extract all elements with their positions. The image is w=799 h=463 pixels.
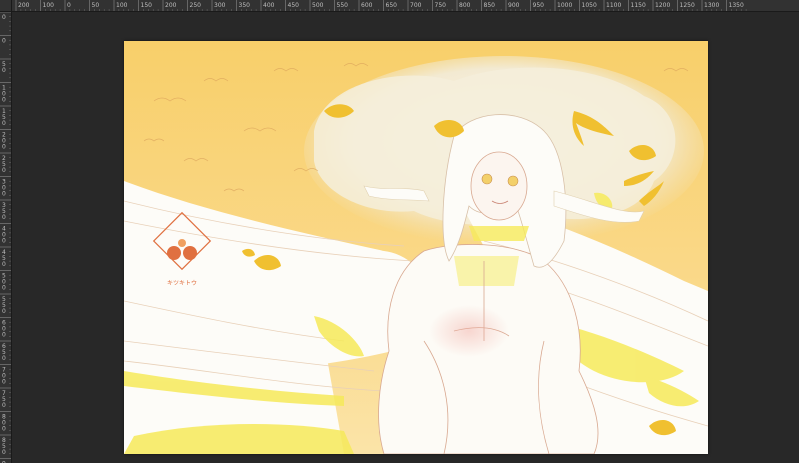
ruler-label: 200 — [18, 2, 30, 9]
ruler-label: 0 — [2, 238, 6, 245]
ruler-label: 0 — [2, 191, 6, 198]
ruler-label: 400 — [263, 2, 275, 9]
ruler-label: 500 — [312, 2, 324, 9]
ruler-label: 0 — [2, 167, 6, 174]
ruler-label: 1300 — [704, 2, 719, 9]
vertical-ruler[interactable]: 0050100150200250300350400450500550600650… — [0, 12, 12, 463]
ruler-label: 0 — [2, 285, 6, 292]
ruler-label: 0 — [2, 379, 6, 386]
ruler-label: 750 — [435, 2, 447, 9]
ruler-label: 0 — [2, 355, 6, 362]
ruler-label: 0 — [2, 308, 6, 315]
ruler-label: 800 — [459, 2, 471, 9]
ruler-label: 0 — [2, 402, 6, 409]
ruler-label: 0 — [2, 38, 6, 45]
ruler-label: 1200 — [655, 2, 670, 9]
document-canvas[interactable]: キツキトウ — [124, 41, 708, 454]
image-editor-window: 200 100 0 50 100 150 200 250 300 350 400 450 500 550 6… — [0, 0, 799, 463]
ruler-label: 550 — [337, 2, 349, 9]
ruler-label: 450 — [288, 2, 300, 9]
ruler-label: 0 — [2, 261, 6, 268]
illustration-artwork: キツキトウ — [124, 41, 708, 454]
ruler-label: 0 — [2, 97, 6, 104]
ruler-label: 250 — [190, 2, 202, 9]
ruler-label: 1350 — [729, 2, 744, 9]
ruler-origin-corner[interactable] — [0, 0, 12, 12]
ruler-label: 1250 — [680, 2, 695, 9]
logo-text: キツキトウ — [167, 279, 197, 287]
ruler-label: 0 — [2, 67, 6, 74]
ruler-label: 350 — [239, 2, 251, 9]
ruler-label: 150 — [141, 2, 153, 9]
ruler-label: 0 — [2, 120, 6, 127]
ruler-label: 650 — [386, 2, 398, 9]
ruler-label: 700 — [410, 2, 422, 9]
ruler-label: 0 — [2, 144, 6, 151]
ruler-label: 1100 — [606, 2, 621, 9]
ruler-label: 1000 — [557, 2, 572, 9]
ruler-label: 0 — [2, 449, 6, 456]
ruler-label: 950 — [533, 2, 545, 9]
ruler-label: 100 — [43, 2, 55, 9]
ruler-label: 850 — [484, 2, 496, 9]
ruler-label: 0 — [2, 426, 6, 433]
horizontal-ruler[interactable]: 200 100 0 50 100 150 200 250 300 350 400 450 500 550 6… — [12, 0, 799, 12]
ruler-label: 50 — [92, 2, 100, 9]
ruler-label: 200 — [165, 2, 177, 9]
ruler-label: 100 — [116, 2, 128, 9]
ruler-label: 0 — [2, 214, 6, 221]
ruler-label: 900 — [508, 2, 520, 9]
ruler-label: 300 — [214, 2, 226, 9]
ruler-label: 0 — [2, 14, 6, 21]
ruler-label: 600 — [361, 2, 373, 9]
ruler-label: 0 — [2, 332, 6, 339]
ruler-label: 1150 — [631, 2, 646, 9]
ruler-label: 1050 — [582, 2, 597, 9]
ruler-label: 0 — [67, 2, 71, 9]
canvas-workspace[interactable]: キツキトウ — [12, 12, 799, 463]
